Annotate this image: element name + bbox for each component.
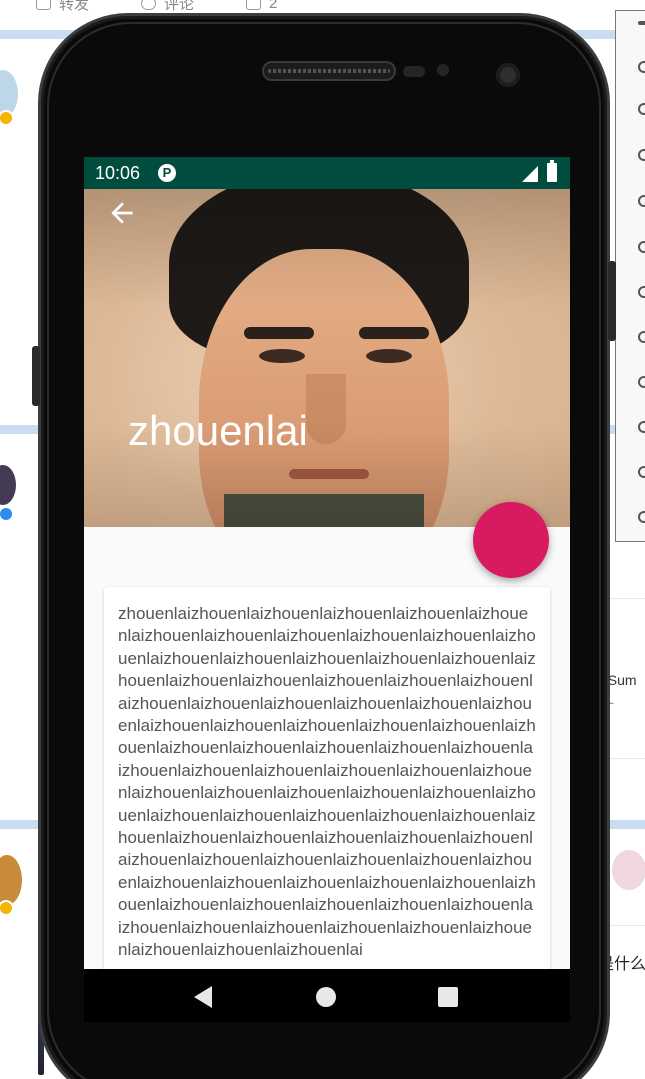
portrait-brow	[359, 327, 429, 339]
emulator-side-toolbar	[615, 10, 645, 542]
forward-icon	[36, 0, 51, 10]
divider	[610, 925, 645, 926]
rotate-left-icon[interactable]	[638, 195, 645, 207]
verified-badge	[0, 110, 14, 126]
nav-home-icon[interactable]	[316, 987, 336, 1007]
divider	[610, 598, 645, 599]
portrait-eye	[366, 349, 412, 363]
avatar[interactable]	[0, 465, 16, 505]
power-button[interactable]	[608, 261, 616, 341]
back-icon[interactable]	[638, 376, 645, 388]
portrait-hair	[169, 189, 469, 359]
light-sensor	[437, 64, 449, 76]
portrait-mouth	[289, 469, 369, 479]
post-action-bar: 转发 评论 2	[36, 0, 277, 14]
battery-icon	[547, 160, 557, 182]
portrait-nose	[306, 374, 346, 444]
toolbar-title: zhouenlai	[128, 407, 308, 454]
forward-action[interactable]: 转发	[36, 0, 89, 14]
avatar[interactable]	[0, 855, 22, 905]
zoom-icon[interactable]	[638, 331, 645, 343]
front-camera	[496, 63, 520, 87]
portrait-face	[199, 249, 449, 527]
power-icon[interactable]	[638, 61, 645, 73]
content-card: zhouenlaizhouenlaizhouenlaizhouenlaizhou…	[104, 587, 550, 1022]
comment-action[interactable]: 评论	[141, 0, 194, 14]
avatar[interactable]	[612, 850, 645, 890]
nav-recents-icon[interactable]	[438, 987, 458, 1007]
volume-down-icon[interactable]	[638, 149, 645, 161]
proximity-sensor	[403, 66, 425, 77]
arrow-back-icon[interactable]	[106, 197, 138, 229]
volume-button[interactable]	[32, 346, 40, 406]
notification-icon: P	[158, 164, 176, 182]
portrait-collar	[224, 494, 424, 527]
divider	[610, 758, 645, 759]
home-icon[interactable]	[638, 421, 645, 433]
status-time: 10:06	[95, 163, 141, 183]
verified-badge	[0, 506, 14, 522]
minimize-icon[interactable]	[638, 21, 645, 25]
more-icon[interactable]	[638, 511, 645, 523]
portrait-brow	[244, 327, 314, 339]
volume-up-icon[interactable]	[638, 103, 645, 115]
verified-badge	[0, 900, 14, 916]
like-action[interactable]: 2	[246, 0, 277, 14]
floating-action-button[interactable]	[473, 502, 549, 578]
portrait-eye	[259, 349, 305, 363]
camera-icon[interactable]	[638, 286, 645, 298]
nav-back-icon[interactable]	[194, 986, 212, 1008]
phone-frame: 10:06 P zhouenlai zhouenlaizhouenlaizhou…	[32, 13, 616, 1079]
system-navigation-bar	[84, 969, 570, 1022]
comment-icon	[141, 0, 157, 10]
phone-screen: 10:06 P zhouenlai zhouenlaizhouenlaizhou…	[84, 157, 570, 1022]
overview-icon[interactable]	[638, 466, 645, 478]
status-bar: 10:06 P	[84, 157, 570, 189]
rotate-right-icon[interactable]	[638, 241, 645, 253]
like-icon	[246, 0, 262, 10]
speaker-grille	[262, 61, 396, 81]
card-body-text: zhouenlaizhouenlaizhouenlaizhouenlaizhou…	[118, 604, 536, 960]
header-portrait-image	[84, 189, 570, 527]
signal-icon	[522, 166, 538, 182]
